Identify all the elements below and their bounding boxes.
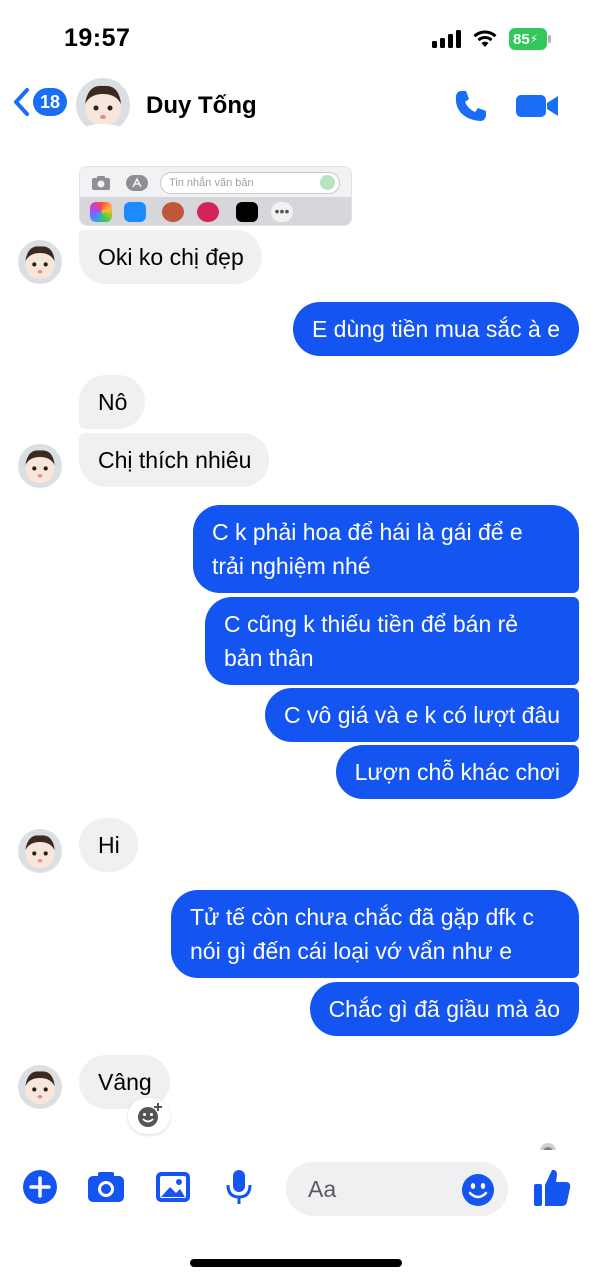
camera-icon — [92, 176, 110, 190]
message-bubble-incoming[interactable]: Chị thích nhiêu — [79, 433, 270, 487]
camera-icon[interactable] — [86, 1167, 126, 1207]
message-bubble-incoming[interactable]: Nô — [79, 375, 146, 429]
contact-avatar-small — [18, 240, 62, 284]
photos-app-icon — [90, 202, 112, 222]
app-store-icon — [124, 202, 146, 222]
status-time: 19:57 — [64, 24, 131, 52]
video-call-icon[interactable] — [514, 90, 560, 122]
contact-avatar[interactable] — [76, 78, 130, 132]
microphone-icon[interactable] — [219, 1167, 259, 1207]
plus-icon[interactable] — [20, 1167, 60, 1207]
status-bar: 19:57 85 ⚡ — [0, 0, 591, 70]
thumbs-up-icon[interactable] — [532, 1166, 572, 1208]
message-bubble-outgoing[interactable]: E dùng tiền mua sắc à e — [292, 302, 579, 356]
battery-icon: 85 ⚡ — [509, 28, 551, 50]
message-bubble-outgoing[interactable]: Chắc gì đã giầu mà ảo — [309, 982, 579, 1036]
memoji-icon — [162, 202, 184, 222]
chat-header: 18 Duy Tống — [0, 70, 591, 142]
more-icon: ••• — [271, 202, 293, 222]
wifi-icon — [473, 30, 497, 47]
gallery-icon[interactable] — [153, 1167, 193, 1207]
unread-count-badge: 18 — [33, 88, 67, 116]
contact-avatar-small — [18, 1065, 62, 1109]
shared-keyboard-screenshot[interactable]: Tin nhắn văn bản ••• — [79, 166, 352, 226]
battery-level: 85 — [513, 30, 530, 48]
message-bubble-outgoing[interactable]: C cũng k thiếu tiền để bán rẻ bản thân — [205, 597, 579, 685]
contact-avatar-small — [18, 444, 62, 488]
emoji-icon[interactable] — [460, 1172, 496, 1208]
message-bubble-incoming[interactable]: Hi — [79, 818, 138, 872]
message-composer — [0, 1150, 591, 1230]
message-bubble-incoming[interactable]: Oki ko chị đẹp — [79, 230, 262, 284]
add-reaction-icon — [138, 1103, 162, 1127]
back-button[interactable]: 18 — [12, 87, 67, 117]
imessage-text-field: Tin nhắn văn bản — [160, 172, 340, 194]
heart-app-icon — [197, 202, 219, 222]
chevron-left-icon — [14, 88, 29, 116]
home-indicator — [190, 1259, 402, 1267]
message-bubble-outgoing[interactable]: Lượn chỗ khác chơi — [335, 745, 579, 799]
message-bubble-outgoing[interactable]: Tử tế còn chưa chắc đã gặp dfk c nói gì … — [171, 890, 579, 978]
phone-call-icon[interactable] — [453, 88, 489, 124]
app-drawer-icon — [126, 175, 148, 191]
cellular-signal-icon — [432, 30, 464, 48]
message-bubble-outgoing[interactable]: C k phải hoa để hái là gái để e trải ngh… — [193, 505, 579, 593]
tiktok-icon — [236, 202, 258, 222]
contact-avatar-small — [18, 829, 62, 873]
add-reaction-button[interactable] — [128, 1098, 170, 1134]
message-bubble-outgoing[interactable]: C vô giá và e k có lượt đâu — [265, 688, 579, 742]
send-arrow-icon — [320, 175, 335, 190]
contact-name[interactable]: Duy Tống — [146, 92, 257, 120]
